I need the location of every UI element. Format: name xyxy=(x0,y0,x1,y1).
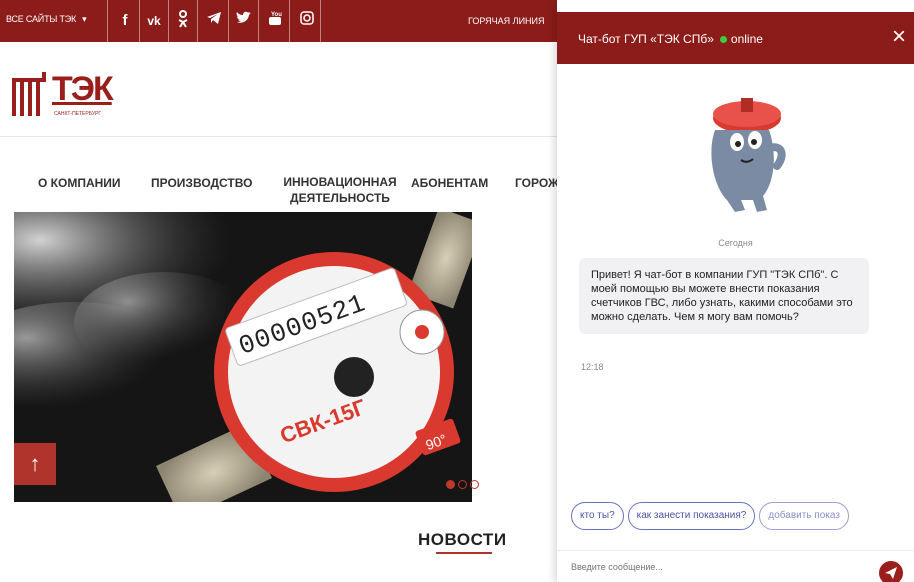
slider-pagination xyxy=(446,476,482,494)
hero-slider[interactable]: 00000521 СВК-15Г 90° xyxy=(14,212,472,502)
chevron-down-icon: ▾ xyxy=(82,14,87,24)
logo-subtitle: САНКТ-ПЕТЕРБУРГ xyxy=(54,111,102,117)
logo-text: ТЭК xyxy=(52,70,114,108)
close-icon[interactable]: × xyxy=(888,25,910,49)
svg-text:You: You xyxy=(271,12,282,18)
divider xyxy=(168,0,169,42)
slider-dot[interactable] xyxy=(470,480,479,489)
chat-widget: Чат-бот ГУП «ТЭК СПб» online × Сегодня Пр… xyxy=(557,0,914,582)
send-icon xyxy=(885,567,897,579)
chat-status: online xyxy=(730,32,763,46)
telegram-icon[interactable] xyxy=(203,10,225,32)
scroll-up-button[interactable]: ↑ xyxy=(14,443,56,485)
youtube-icon[interactable]: You xyxy=(264,10,286,32)
all-sites-label: ВСЕ САЙТЫ ТЭК xyxy=(6,14,77,24)
divider xyxy=(258,0,259,42)
nav-item-innovation[interactable]: ИННОВАЦИОННАЯ ДЕЯТЕЛЬНОСТЬ xyxy=(278,174,402,206)
bot-mascot xyxy=(711,98,786,212)
message-input[interactable] xyxy=(571,559,861,575)
vk-icon[interactable]: vk xyxy=(143,10,165,32)
facebook-icon[interactable]: f xyxy=(114,10,136,32)
slider-dot[interactable] xyxy=(446,480,455,489)
quick-reply-add-reading[interactable]: добавить показ xyxy=(759,502,849,530)
divider xyxy=(289,0,290,42)
divider xyxy=(107,0,108,42)
hero-image: 00000521 СВК-15Г 90° xyxy=(14,212,472,502)
nav-item-about[interactable]: О КОМПАНИИ xyxy=(38,176,121,190)
day-separator: Сегодня xyxy=(718,238,753,248)
divider xyxy=(228,0,229,42)
chat-input-row xyxy=(557,550,914,582)
divider xyxy=(139,0,140,42)
chat-title-text: Чат-бот ГУП «ТЭК СПб» xyxy=(578,32,714,46)
divider xyxy=(0,136,560,137)
nav-item-production[interactable]: ПРОИЗВОДСТВО xyxy=(151,176,252,190)
news-underline xyxy=(436,552,492,554)
hero-side-panel xyxy=(472,212,558,502)
divider xyxy=(320,0,321,42)
odnoklassniki-icon[interactable] xyxy=(172,10,194,32)
nav-item-city[interactable]: ГОРОЖ xyxy=(515,176,557,190)
quick-replies: кто ты? как занести показания? добавить по… xyxy=(571,502,914,530)
instagram-icon[interactable] xyxy=(296,10,318,32)
quick-reply-who-are-you[interactable]: кто ты? xyxy=(571,502,624,530)
bot-message-bubble: Привет! Я чат-бот в компании ГУП "ТЭК СП… xyxy=(579,258,869,334)
hotline-link[interactable]: ГОРЯЧАЯ ЛИНИЯ xyxy=(468,16,545,26)
chat-title: Чат-бот ГУП «ТЭК СПб» online xyxy=(578,32,763,46)
send-button[interactable] xyxy=(879,561,903,582)
quick-reply-how-to-submit[interactable]: как занести показания? xyxy=(627,502,756,530)
divider xyxy=(197,0,198,42)
twitter-icon[interactable] xyxy=(233,10,255,32)
nav-item-subscribers[interactable]: АБОНЕНТАМ xyxy=(411,176,488,190)
all-sites-dropdown[interactable]: ВСЕ САЙТЫ ТЭК ▾ xyxy=(6,14,87,25)
slider-dot[interactable] xyxy=(458,480,467,489)
message-timestamp: 12:18 xyxy=(581,362,604,372)
arrow-up-icon: ↑ xyxy=(29,451,41,476)
chat-header: Чат-бот ГУП «ТЭК СПб» online × xyxy=(557,12,914,64)
online-status-dot xyxy=(719,36,727,44)
news-heading: НОВОСТИ xyxy=(418,530,507,549)
